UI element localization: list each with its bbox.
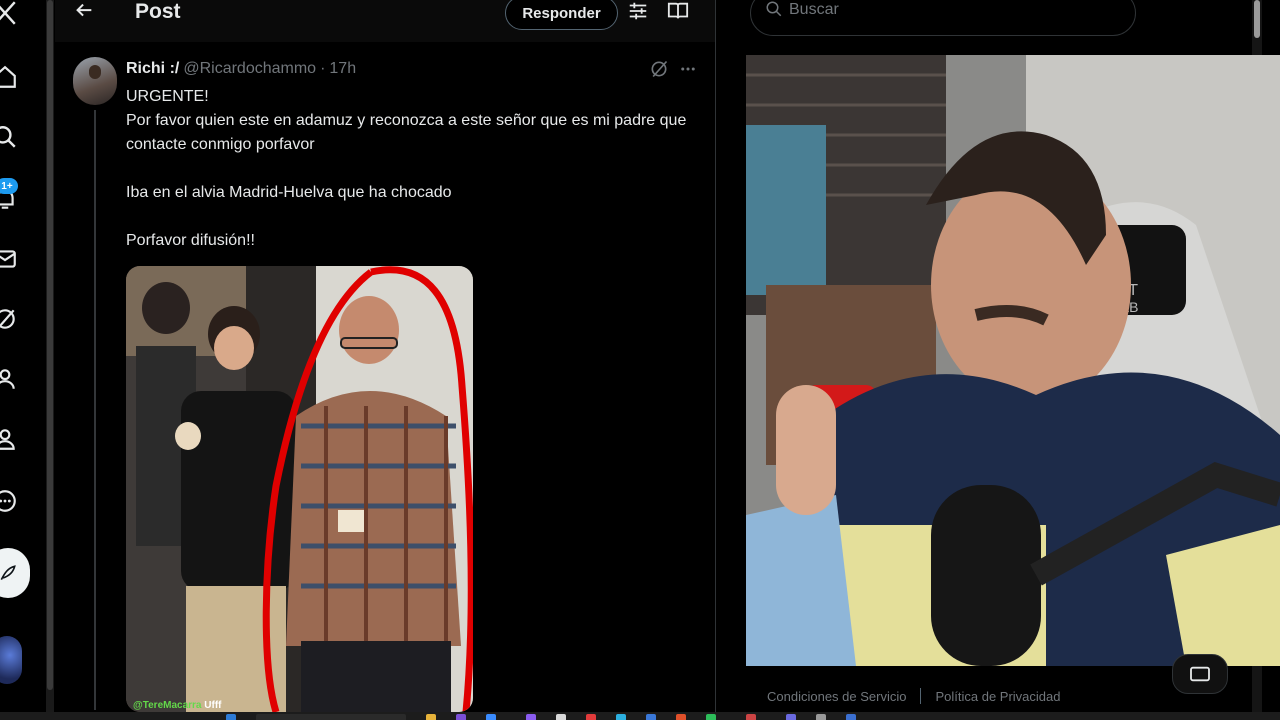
taskbar-app-icon[interactable]: [616, 714, 626, 720]
tweet-line: URGENTE!: [126, 88, 209, 105]
chat-overlay: @TereMacarra Ufff: [133, 700, 222, 711]
taskbar-app-icon[interactable]: [816, 714, 826, 720]
taskbar-app-icon[interactable]: [706, 714, 716, 720]
feather-icon: [0, 565, 16, 581]
messages-icon[interactable]: [0, 246, 18, 272]
separator-dot: ·: [320, 60, 326, 77]
taskbar-app-icon[interactable]: [586, 714, 596, 720]
author-name[interactable]: Richi :/: [126, 60, 179, 78]
post-time[interactable]: 17h: [329, 60, 356, 78]
home-icon[interactable]: [0, 64, 18, 90]
page-title: Post: [135, 0, 181, 23]
compose-post-button[interactable]: [0, 548, 30, 598]
streamer-webcam: RET LAB: [746, 55, 1280, 666]
post-column: Post Responder Richi :/ @Ricardochammo ·…: [55, 0, 715, 712]
search-icon: [766, 1, 782, 17]
terms-link[interactable]: Condiciones de Servicio: [767, 689, 906, 704]
post-header: Post Responder: [55, 0, 715, 42]
x-logo-icon[interactable]: [0, 0, 18, 26]
taskbar-app-icon[interactable]: [646, 714, 656, 720]
grok-nav-icon[interactable]: [0, 306, 18, 332]
chat-username: @TereMacarra: [133, 700, 202, 711]
privacy-link[interactable]: Política de Privacidad: [935, 689, 1060, 704]
filter-sliders-icon[interactable]: [627, 0, 649, 22]
communities-icon[interactable]: [0, 366, 18, 392]
account-avatar[interactable]: [0, 636, 22, 684]
taskbar-app-icon[interactable]: [556, 714, 566, 720]
tweet-photo[interactable]: [126, 266, 473, 712]
author-avatar[interactable]: [73, 57, 117, 105]
taskbar-app-icon[interactable]: [486, 714, 496, 720]
tweet-line: Porfavor difusión!!: [126, 232, 255, 249]
os-taskbar: [0, 712, 1280, 720]
profile-icon[interactable]: [0, 426, 18, 452]
grok-explain-icon[interactable]: [649, 59, 669, 79]
reader-mode-icon[interactable]: [667, 0, 689, 22]
nav-scrollbar[interactable]: [46, 0, 54, 712]
windows-start-icon[interactable]: [226, 714, 236, 720]
footer-links: Condiciones de Servicio Política de Priv…: [767, 688, 1060, 704]
taskbar-search[interactable]: [256, 714, 406, 720]
file-explorer-icon[interactable]: [426, 714, 436, 720]
envelope-icon: [1190, 666, 1210, 682]
reply-button[interactable]: Responder: [505, 0, 618, 30]
chat-message: Ufff: [204, 700, 222, 711]
tweet-text: URGENTE! Por favor quien este en adamuz …: [126, 85, 706, 253]
notifications-badge: 1+: [0, 178, 18, 194]
search-box[interactable]: [750, 0, 1136, 36]
right-column: RET LAB Condiciones de Servicio Política…: [716, 0, 1280, 712]
taskbar-app-icon[interactable]: [746, 714, 756, 720]
back-arrow-icon[interactable]: [73, 0, 95, 22]
author-handle[interactable]: @Ricardochammo: [183, 60, 316, 78]
more-options-icon[interactable]: [0, 488, 18, 514]
more-horizontal-icon[interactable]: [679, 60, 697, 78]
tweet-line: Iba en el alvia Madrid-Huelva que ha cho…: [126, 184, 452, 201]
taskbar-app-icon[interactable]: [526, 714, 536, 720]
taskbar-app-icon[interactable]: [676, 714, 686, 720]
tweet-line: Por favor quien este en adamuz y reconoz…: [126, 112, 687, 153]
left-nav: 1+: [0, 0, 46, 712]
taskbar-app-icon[interactable]: [456, 714, 466, 720]
tweet-author-line: Richi :/ @Ricardochammo · 17h: [126, 60, 356, 78]
taskbar-app-icon[interactable]: [846, 714, 856, 720]
messages-drawer-button[interactable]: [1172, 654, 1228, 694]
search-input[interactable]: [789, 1, 1109, 19]
taskbar-app-icon[interactable]: [786, 714, 796, 720]
explore-icon[interactable]: [0, 124, 18, 150]
thread-line: [94, 110, 96, 710]
